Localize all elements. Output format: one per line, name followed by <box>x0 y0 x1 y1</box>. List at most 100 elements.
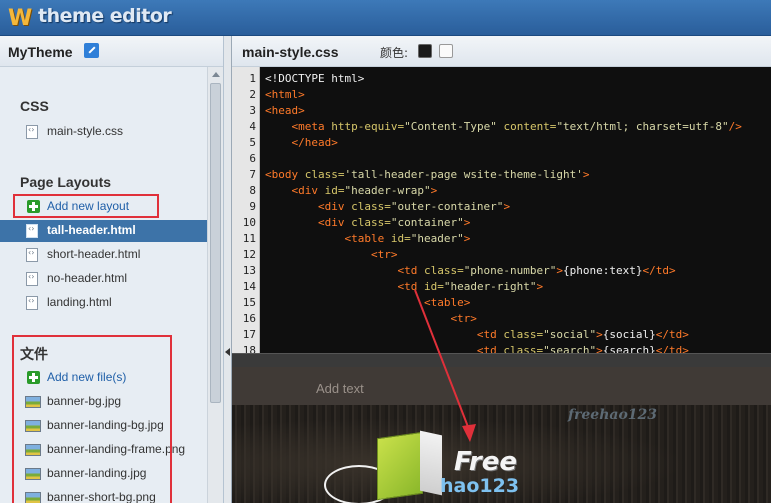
section-title-page-layouts: Page Layouts <box>20 174 112 190</box>
code-token: http-equiv= <box>324 120 405 133</box>
code-token: "phone-number" <box>463 264 557 277</box>
code-line[interactable]: </head> <box>265 136 338 149</box>
code-token: > <box>596 344 603 353</box>
code-file-icon <box>26 272 38 286</box>
code-token: class= <box>496 344 544 353</box>
code-line[interactable]: <head> <box>265 104 305 117</box>
code-line[interactable]: <meta http-equiv="Content-Type" content=… <box>265 120 742 133</box>
code-token: > <box>582 168 590 181</box>
code-token: <div <box>317 216 345 229</box>
file-label: short-header.html <box>47 247 141 261</box>
code-token: "social" <box>543 328 597 341</box>
watermark-text: freehao123 <box>568 407 658 423</box>
preview-banner: freehao123 Free hao123 <box>232 405 771 503</box>
code-line[interactable]: <td class="social">{social}</td> <box>265 328 689 341</box>
theme-name: MyTheme <box>8 44 73 60</box>
edit-icon[interactable] <box>84 43 99 58</box>
code-token: "container" <box>390 216 464 229</box>
code-token: <table <box>344 232 385 245</box>
code-line[interactable]: <html> <box>265 88 305 101</box>
code-token: <head> <box>265 104 305 117</box>
code-token: {social} <box>602 328 656 341</box>
code-token: <td <box>476 344 497 353</box>
code-token: class= <box>344 200 391 213</box>
scroll-up-arrow-icon[interactable] <box>210 69 221 80</box>
code-token: > <box>463 216 471 229</box>
code-token: </td> <box>642 264 676 277</box>
code-token: class= <box>298 168 345 181</box>
code-horizontal-scrollbar[interactable] <box>232 353 771 367</box>
line-number: 2 <box>249 88 256 101</box>
code-token: class= <box>496 328 544 341</box>
code-line[interactable]: <tr> <box>265 312 477 325</box>
file-item-landing[interactable]: landing.html <box>0 292 207 314</box>
code-line[interactable]: <div id="header-wrap"> <box>265 184 438 197</box>
line-number: 9 <box>249 200 256 213</box>
code-token: </td> <box>655 344 689 353</box>
code-token: <div <box>317 200 345 213</box>
code-file-icon <box>26 296 38 310</box>
code-token: </head> <box>291 136 338 149</box>
file-label: no-header.html <box>47 271 128 285</box>
code-token: <td <box>397 280 418 293</box>
code-token: > <box>536 280 544 293</box>
app-logo-icon: W <box>8 6 33 31</box>
line-number: 17 <box>242 328 256 341</box>
sidebar-scrollbar[interactable] <box>207 67 223 503</box>
code-token: "outer-container" <box>390 200 504 213</box>
file-item-short-header[interactable]: short-header.html <box>0 244 207 266</box>
code-token: id= <box>384 232 411 245</box>
code-token: <!DOCTYPE html> <box>265 72 365 85</box>
code-token: "header-right" <box>443 280 537 293</box>
code-token: 'tall-header-page wsite-theme-light' <box>344 168 583 181</box>
line-number: 16 <box>242 312 256 325</box>
code-line[interactable]: <tr> <box>265 248 398 261</box>
collapse-arrow-icon[interactable] <box>225 348 230 356</box>
dark-color-swatch[interactable] <box>418 44 432 58</box>
line-number: 18 <box>242 344 256 353</box>
code-line[interactable]: <td id="header-right"> <box>265 280 543 293</box>
file-item-no-header[interactable]: no-header.html <box>0 268 207 290</box>
file-item-tall-header[interactable]: tall-header.html <box>0 220 207 242</box>
code-token: class= <box>344 216 391 229</box>
file-item-main-style-css[interactable]: main-style.css <box>0 121 207 143</box>
color-label: 颜色: <box>380 46 409 60</box>
add-text-placeholder[interactable]: Add text <box>316 381 364 396</box>
file-label: tall-header.html <box>47 223 136 237</box>
code-line[interactable]: <!DOCTYPE html> <box>265 72 364 85</box>
line-number: 15 <box>242 296 256 309</box>
code-line[interactable]: <td class="phone-number">{phone:text}</t… <box>265 264 676 277</box>
line-number: 6 <box>249 152 256 165</box>
code-line[interactable]: <td class="search">{search}</td> <box>265 344 689 353</box>
code-token: <meta <box>291 120 325 133</box>
code-line[interactable]: <table id="header"> <box>265 232 470 245</box>
line-number: 13 <box>242 264 256 277</box>
line-number: 12 <box>242 248 256 261</box>
code-line[interactable]: <div class="outer-container"> <box>265 200 510 213</box>
brand-text-free: Free <box>454 447 517 477</box>
code-line[interactable]: <body class='tall-header-page wsite-them… <box>265 168 590 181</box>
app-title: theme editor <box>38 5 172 27</box>
code-token: "Content-Type" <box>404 120 497 133</box>
code-editor[interactable]: 1 2 3 4 5 6 7 8 9 10 11 12 13 14 15 16 17 18 <!DOCTYPE ht… <box>232 67 771 353</box>
section-title-css: CSS <box>20 98 49 114</box>
code-token: <tr> <box>370 248 398 261</box>
code-token: > <box>503 200 511 213</box>
scrollbar-thumb[interactable] <box>210 83 221 403</box>
line-number: 8 <box>249 184 256 197</box>
code-line[interactable]: <div class="container"> <box>265 216 470 229</box>
code-line[interactable]: <table> <box>265 296 470 309</box>
light-color-swatch[interactable] <box>439 44 453 58</box>
code-token: "text/html; charset=utf-8" <box>556 120 729 133</box>
preview-header-bar: Add text <box>232 367 771 405</box>
code-token: <div <box>291 184 319 197</box>
shopping-bag-side-graphic <box>420 430 442 496</box>
panel-splitter[interactable] <box>224 36 232 503</box>
